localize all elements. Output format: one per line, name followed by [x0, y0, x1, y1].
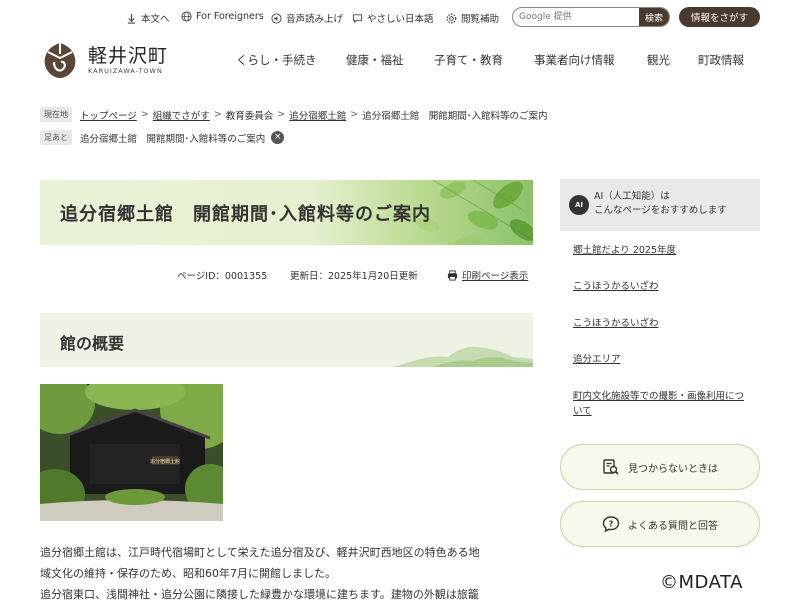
print-label: 印刷ページ表示	[462, 271, 529, 282]
nav-health-welfare[interactable]: 健康・福祉	[346, 52, 404, 68]
easy-japanese-label: やさしい日本語	[367, 14, 434, 25]
logo-subtitle: KARUIZAWA-TOWN	[88, 67, 163, 75]
mountain-decoration	[393, 346, 533, 367]
not-found-button[interactable]: 見つからないときは	[560, 444, 760, 490]
breadcrumb-link-museum[interactable]: 追分宿郷土館	[289, 108, 346, 122]
museum-sign-text: 追分宿郷土館	[150, 458, 180, 465]
nav-childcare-education[interactable]: 子育て・教育	[434, 52, 503, 68]
find-info-button[interactable]: 情報をさがす	[679, 7, 760, 27]
body-paragraph-line: 域文化の維持・保存のため、昭和60年7月に開館しました。	[40, 567, 336, 580]
recommend-link-museum-news[interactable]: 郷土館だより 2025年度	[573, 243, 753, 258]
close-icon[interactable]: ×	[271, 131, 285, 144]
breadcrumb-separator: >	[277, 109, 286, 120]
town-emblem-icon	[44, 43, 76, 78]
breadcrumb-separator: >	[213, 109, 222, 120]
globe-icon	[181, 11, 192, 22]
easy-japanese-link[interactable]: やさしい日本語	[352, 11, 434, 25]
breadcrumb-tag: 現在地	[40, 107, 72, 122]
body-paragraph-line: 追分宿東口、浅間神社・追分公園に隣接した緑豊かな環境に建ちます。建物の外観は旅籠	[40, 588, 479, 600]
arrow-down-icon	[127, 13, 136, 24]
footprints: 足あと 追分宿郷土館 開館期間･入館料等のご案内 ×	[40, 130, 285, 145]
updated-date: 更新日：2025年1月20日更新	[290, 271, 418, 282]
copyright-watermark: ©MDATA	[660, 572, 743, 593]
body-paragraph-line: 追分宿郷土館は、江戸時代宿場町として栄えた追分宿及び、軽井沢町西地区の特色ある地	[40, 546, 480, 559]
faq-button[interactable]: ? よくある質問と回答	[560, 501, 760, 547]
nav-tourism[interactable]: 観光	[647, 52, 670, 68]
breadcrumb-current: 追分宿郷土館 開館期間･入館料等のご案内	[362, 110, 548, 122]
body-text: 追分宿郷土館は、江戸時代宿場町として栄えた追分宿及び、軽井沢町西地区の特色ある地…	[40, 542, 533, 600]
svg-text:?: ?	[609, 520, 614, 529]
foreigners-link[interactable]: For Foreigners	[181, 11, 264, 22]
viewing-aid-label: 閲覧補助	[461, 14, 500, 25]
site-logo[interactable]: 軽井沢町 KARUIZAWA-TOWN	[40, 40, 168, 80]
page-title-banner: 追分宿郷土館 開館期間･入館料等のご案内	[40, 180, 533, 245]
read-aloud-link[interactable]: 音声読み上げ	[271, 11, 343, 25]
breadcrumb-link-top[interactable]: トップページ	[80, 108, 137, 122]
search-button[interactable]: 検索	[639, 8, 669, 26]
printer-icon	[447, 269, 458, 281]
breadcrumb-link-organization[interactable]: 組織でさがす	[153, 108, 210, 122]
nav-living[interactable]: くらし・手続き	[236, 52, 317, 68]
section-header: 館の概要	[40, 313, 533, 367]
ai-badge-icon: AI	[569, 195, 589, 215]
breadcrumb-item-board-of-education: 教育委員会	[225, 110, 274, 122]
recommend-link-photo-usage[interactable]: 町内文化施設等での撮影・画像利用について	[573, 389, 753, 419]
speaker-icon	[271, 12, 282, 24]
ai-recommend-line: こんなページをおすすめします	[594, 205, 727, 216]
museum-building-image: 追分宿郷土館	[40, 384, 223, 521]
nav-town-administration[interactable]: 町政情報	[698, 52, 744, 68]
breadcrumb-separator: >	[140, 109, 149, 120]
section-title: 館の概要	[60, 334, 125, 353]
ai-recommend-text: AI（人工知能）は こんなページをおすすめします	[594, 190, 727, 218]
skip-to-main-label: 本文へ	[141, 14, 170, 25]
breadcrumb-separator: >	[350, 109, 359, 120]
viewing-aid-link[interactable]: 閲覧補助	[446, 11, 499, 25]
print-link[interactable]: 印刷ページ表示	[447, 268, 528, 282]
read-aloud-label: 音声読み上げ	[286, 14, 344, 25]
utility-bar: 本文へ For Foreigners 音声読み上げ やさしい日本語 閲覧補助 検…	[0, 0, 800, 34]
ai-recommend-line: AI（人工知能）は	[594, 191, 670, 202]
search-input[interactable]	[513, 8, 639, 26]
page-title: 追分宿郷土館 開館期間･入館料等のご案内	[60, 204, 431, 225]
logo-title: 軽井沢町	[88, 45, 169, 67]
skip-to-main-link[interactable]: 本文へ	[126, 11, 170, 25]
recommend-link-town-pr[interactable]: こうほうかるいざわ	[573, 316, 753, 331]
foreigners-label: For Foreigners	[196, 11, 264, 22]
document-search-icon	[603, 459, 619, 475]
recommend-link-town-pr[interactable]: こうほうかるいざわ	[573, 279, 753, 294]
nav-business[interactable]: 事業者向け情報	[534, 52, 615, 68]
question-bubble-icon: ?	[602, 516, 620, 533]
recommend-link-oiwake-area[interactable]: 追分エリア	[573, 352, 753, 367]
footprints-tag: 足あと	[40, 130, 72, 145]
breadcrumb: 現在地 トップページ > 組織でさがす > 教育委員会 > 追分宿郷土館 > 追…	[40, 107, 548, 122]
chat-bubble-icon	[352, 13, 363, 23]
gear-icon	[446, 13, 457, 23]
footprints-item[interactable]: 追分宿郷土館 開館期間･入館料等のご案内	[80, 131, 265, 145]
not-found-label: 見つからないときは	[628, 463, 718, 475]
faq-label: よくある質問と回答	[628, 520, 718, 532]
site-search: 検索	[512, 7, 670, 27]
ai-recommend-header: AI AI（人工知能）は こんなページをおすすめします	[560, 179, 760, 231]
museum-photo: 追分宿郷土館	[40, 384, 223, 521]
page-id: ページID：0001355	[177, 271, 268, 282]
